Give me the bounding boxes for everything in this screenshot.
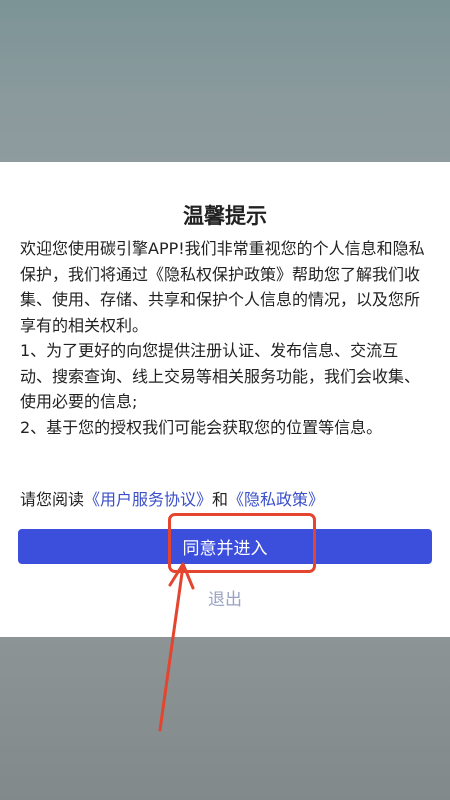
clause-2-paragraph: 2、基于您的授权我们可能会获取您的位置等信息。 <box>20 417 383 437</box>
privacy-policy-link[interactable]: 《隐私政策》 <box>228 490 324 509</box>
user-agreement-link[interactable]: 《用户服务协议》 <box>84 490 212 509</box>
screen: 温馨提示 欢迎您使用碳引擎APP!我们非常重视您的个人信息和隐私保护，我们将通过… <box>0 0 450 800</box>
annotation-highlight-box <box>168 513 316 573</box>
intro-paragraph: 欢迎您使用碳引擎APP!我们非常重视您的个人信息和隐私保护，我们将通过《隐私权保… <box>20 239 425 335</box>
backdrop-top <box>0 0 450 162</box>
and-text: 和 <box>212 490 229 509</box>
clause-1-paragraph: 1、为了更好的向您提供注册认证、发布信息、交流互动、搜索查询、线上交易等相关服务… <box>20 341 421 411</box>
read-prefix-text: 请您阅读 <box>20 490 85 509</box>
dialog-body: 欢迎您使用碳引擎APP!我们非常重视您的个人信息和隐私保护，我们将通过《隐私权保… <box>20 236 428 440</box>
backdrop-bottom <box>0 637 450 800</box>
read-agreements-line: 请您阅读《用户服务协议》和《隐私政策》 <box>20 486 430 510</box>
dialog-title: 温馨提示 <box>183 204 267 228</box>
exit-button[interactable]: 退出 <box>0 585 450 610</box>
